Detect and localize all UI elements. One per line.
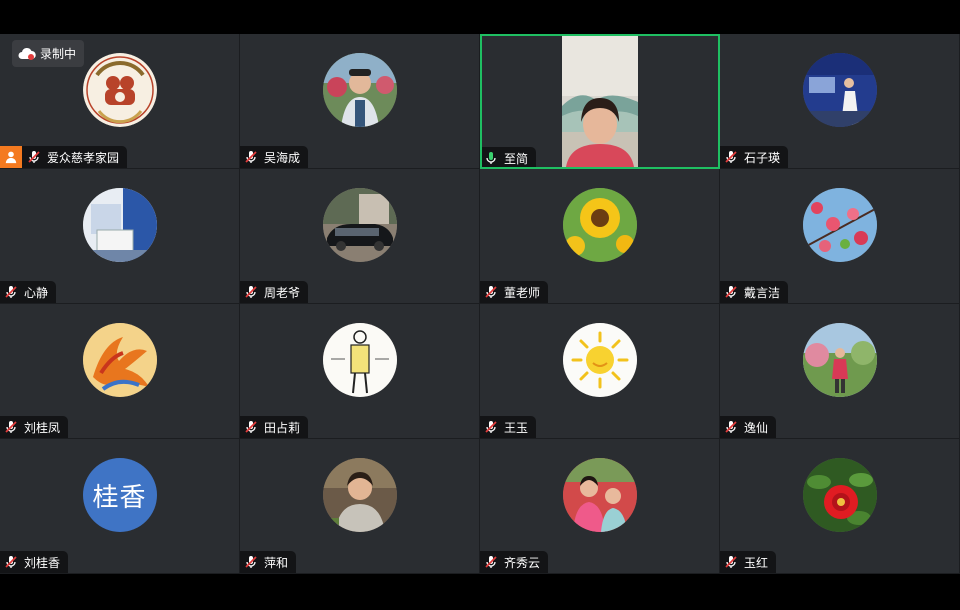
participant-tile[interactable]: 心静 — [0, 169, 240, 304]
name-tag: 董老师 — [480, 281, 549, 303]
participant-name: 至简 — [504, 151, 529, 166]
participant-name: 戴言洁 — [744, 285, 781, 300]
name-tag: 田占莉 — [240, 416, 309, 438]
photo-avatar — [322, 188, 397, 262]
participant-name: 心静 — [24, 285, 49, 300]
participant-video — [562, 36, 638, 167]
participant-name: 齐秀云 — [504, 555, 541, 570]
name-tag: 吴海成 — [240, 146, 309, 168]
photo-avatar — [82, 188, 157, 262]
recording-label: 录制中 — [40, 47, 77, 61]
photo-avatar — [322, 458, 397, 532]
participant-tile[interactable]: 逸仙 — [720, 304, 960, 439]
name-tag: 刘桂香 — [0, 551, 69, 573]
name-tag: 玉红 — [720, 551, 777, 573]
mic-muted-icon — [483, 284, 499, 300]
mic-muted-icon — [723, 284, 739, 300]
participant-tile[interactable]: 吴海成 — [240, 34, 480, 169]
participant-name: 刘桂凤 — [24, 420, 61, 435]
participant-name: 刘桂香 — [24, 555, 61, 570]
mic-muted-icon — [243, 284, 259, 300]
mic-muted-icon — [483, 419, 499, 435]
mic-muted-icon — [723, 419, 739, 435]
mic-muted-icon — [3, 284, 19, 300]
participant-name: 爱众慈孝家园 — [47, 150, 120, 165]
blossom-avatar — [802, 188, 877, 262]
mic-muted-icon — [26, 149, 42, 165]
participant-name: 周老爷 — [264, 285, 301, 300]
participant-name: 萍和 — [264, 555, 289, 570]
mic-muted-icon — [3, 554, 19, 570]
participant-tile[interactable]: 戴言洁 — [720, 169, 960, 304]
video-grid: 爱众慈孝家园 吴海成 至简 石子瑛 心静 周老爷 董老师 戴言洁 刘桂凤 田占莉… — [0, 34, 960, 574]
recording-indicator[interactable]: 录制中 — [12, 40, 85, 67]
mic-muted-icon — [723, 149, 739, 165]
participant-tile[interactable]: 周老爷 — [240, 169, 480, 304]
participant-name: 逸仙 — [744, 420, 769, 435]
name-tag: 心静 — [0, 281, 57, 303]
participant-tile-active-speaker[interactable]: 至简 — [480, 34, 720, 169]
name-tag: 石子瑛 — [720, 146, 789, 168]
participant-name: 董老师 — [504, 285, 541, 300]
host-icon — [0, 146, 22, 168]
name-tag: 至简 — [482, 147, 537, 167]
participant-tile[interactable]: 齐秀云 — [480, 439, 720, 574]
mic-muted-icon — [243, 149, 259, 165]
text-avatar: 桂香 — [82, 458, 157, 532]
rose-avatar — [802, 458, 877, 532]
name-tag: 周老爷 — [240, 281, 309, 303]
name-tag: 刘桂凤 — [0, 416, 69, 438]
participant-tile[interactable]: 石子瑛 — [720, 34, 960, 169]
participant-name: 石子瑛 — [744, 150, 781, 165]
photo-avatar — [802, 323, 877, 397]
drawing-avatar — [322, 323, 397, 397]
participant-tile[interactable]: 田占莉 — [240, 304, 480, 439]
mic-muted-icon — [483, 554, 499, 570]
name-tag: 爱众慈孝家园 — [0, 146, 128, 168]
participant-name: 玉红 — [744, 555, 769, 570]
sun-drawing-avatar — [562, 323, 637, 397]
sunflower-avatar — [562, 188, 637, 262]
name-tag: 萍和 — [240, 551, 297, 573]
name-tag: 齐秀云 — [480, 551, 549, 573]
logo-avatar — [82, 53, 157, 127]
name-tag: 王玉 — [480, 416, 537, 438]
photo-avatar — [802, 53, 877, 127]
mic-muted-icon — [3, 419, 19, 435]
participant-name: 吴海成 — [264, 150, 301, 165]
participant-tile[interactable]: 玉红 — [720, 439, 960, 574]
name-tag: 逸仙 — [720, 416, 777, 438]
mic-active-icon — [483, 150, 499, 166]
participant-tile[interactable]: 董老师 — [480, 169, 720, 304]
cloud-recording-icon — [18, 47, 36, 60]
mic-muted-icon — [723, 554, 739, 570]
phoenix-avatar — [82, 323, 157, 397]
participant-tile[interactable]: 桂香 刘桂香 — [0, 439, 240, 574]
photo-avatar — [322, 53, 397, 127]
mic-muted-icon — [243, 554, 259, 570]
mic-muted-icon — [243, 419, 259, 435]
participant-tile[interactable]: 刘桂凤 — [0, 304, 240, 439]
participant-name: 王玉 — [504, 420, 529, 435]
name-tag: 戴言洁 — [720, 281, 789, 303]
participant-tile[interactable]: 王玉 — [480, 304, 720, 439]
participant-tile[interactable]: 萍和 — [240, 439, 480, 574]
participant-name: 田占莉 — [264, 420, 301, 435]
photo-avatar — [562, 458, 637, 532]
